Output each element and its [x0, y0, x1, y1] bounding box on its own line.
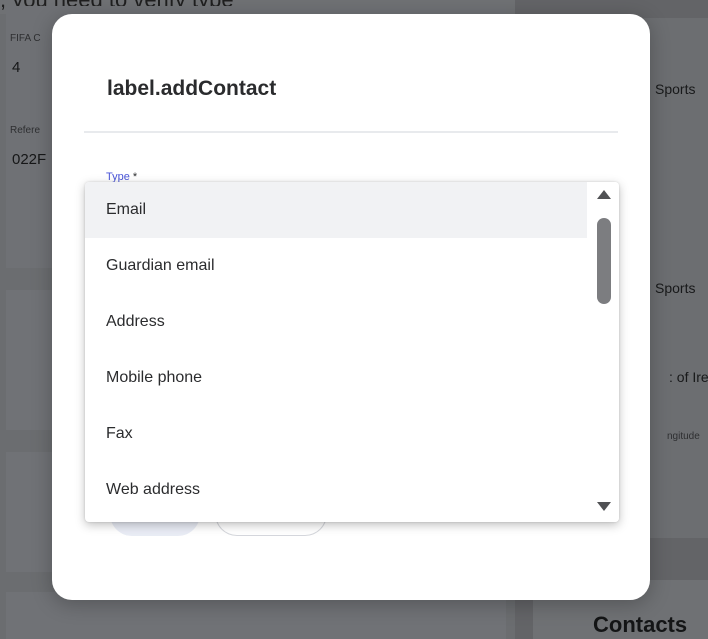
scroll-down-arrow-icon[interactable]: [597, 502, 611, 511]
background-right-text: : of Irel: [669, 369, 708, 385]
background-right-text: ngitude: [667, 431, 700, 442]
dialog-title: label.addContact: [107, 77, 277, 100]
dropdown-option-address[interactable]: Address: [85, 294, 587, 350]
dropdown-option-guardian-email[interactable]: Guardian email: [85, 238, 587, 294]
contacts-heading: Contacts: [593, 612, 688, 637]
dropdown-option-email[interactable]: Email: [85, 182, 587, 238]
background-field-value: 022F: [12, 151, 47, 168]
type-dropdown-list: Email Guardian email Address Mobile phon…: [85, 182, 619, 522]
dropdown-option-mobile-phone[interactable]: Mobile phone: [85, 350, 587, 406]
background-right-text: Sports: [655, 81, 696, 97]
background-field-value: 4: [12, 59, 21, 76]
dialog-divider: [84, 131, 618, 133]
background-right-text: Sports: [655, 280, 696, 296]
background-field-label: Refere: [10, 125, 41, 136]
scroll-up-arrow-icon[interactable]: [597, 190, 611, 199]
dropdown-option-web-address[interactable]: Web address: [85, 462, 587, 518]
background-field-label: FIFA C: [10, 33, 41, 44]
scrollbar-thumb[interactable]: [597, 218, 611, 304]
dropdown-option-fax[interactable]: Fax: [85, 406, 587, 462]
dropdown-scrollbar[interactable]: [587, 182, 619, 522]
